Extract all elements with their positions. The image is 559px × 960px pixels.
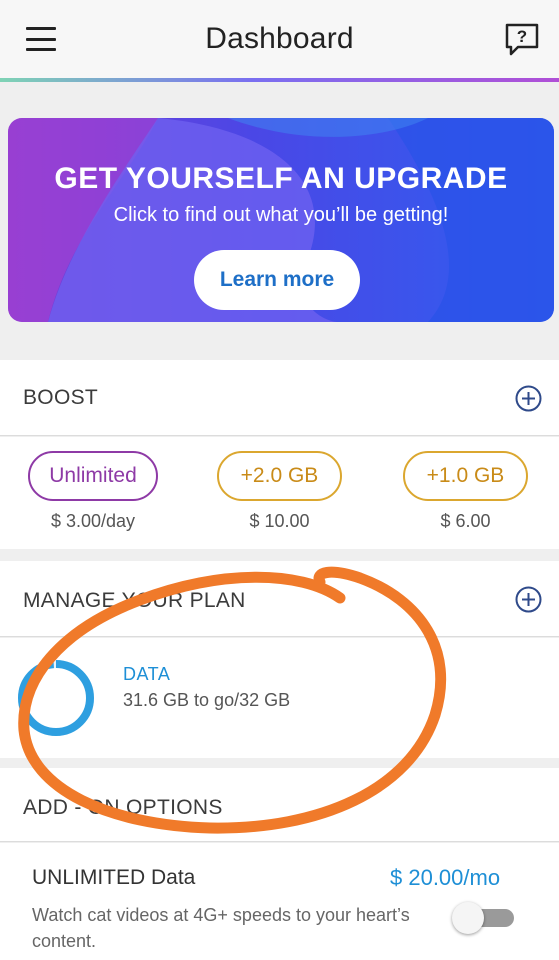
add-boost-plus-icon[interactable] — [515, 385, 542, 412]
addons-section-header: ADD - ON OPTIONS — [0, 768, 559, 842]
hamburger-menu-icon[interactable] — [26, 27, 56, 51]
data-label: DATA — [123, 664, 171, 684]
banner-subtitle: Click to find out what you’ll be getting… — [113, 204, 449, 226]
boost-unlimited-button[interactable]: Unlimited — [28, 451, 158, 501]
addons-section-title: ADD - ON OPTIONS — [23, 796, 223, 819]
boost-section-header: BOOST — [0, 360, 559, 436]
addon-name: UNLIMITED Data — [32, 866, 196, 889]
addon-description: Watch cat videos at 4G+ speeds to your h… — [32, 905, 410, 951]
data-usage-ring — [18, 660, 94, 736]
boost-1gb-price: $ 6.00 — [440, 511, 491, 531]
page-title: Dashboard — [205, 22, 354, 55]
boost-2gb-price: $ 10.00 — [249, 511, 310, 531]
boost-2gb-button[interactable]: +2.0 GB — [217, 451, 342, 501]
addon-toggle-switch[interactable] — [452, 902, 516, 934]
boost-1gb-button[interactable]: +1.0 GB — [403, 451, 528, 501]
add-plan-plus-icon[interactable] — [515, 586, 542, 613]
data-usage-text: 31.6 GB to go/32 GB — [123, 690, 291, 710]
help-question-icon[interactable]: ? — [502, 20, 542, 60]
upgrade-banner[interactable]: GET YOURSELF AN UPGRADE Click to find ou… — [8, 118, 554, 322]
app-header: Dashboard ? — [0, 0, 559, 78]
svg-text:?: ? — [517, 27, 527, 46]
boost-section-title: BOOST — [23, 386, 99, 409]
plan-section-title: MANAGE YOUR PLAN — [23, 589, 246, 612]
boost-options-panel: Unlimited $ 3.00/day +2.0 GB $ 10.00 +1.… — [0, 437, 559, 549]
header-gradient-divider — [0, 78, 559, 82]
learn-more-button[interactable]: Learn more — [194, 250, 360, 310]
boost-unlimited-price: $ 3.00/day — [50, 511, 136, 531]
addon-price: $ 20.00/mo — [390, 865, 501, 890]
banner-headline: GET YOURSELF AN UPGRADE — [54, 162, 508, 195]
toggle-knob — [452, 902, 484, 934]
plan-section-header: MANAGE YOUR PLAN — [0, 561, 559, 637]
